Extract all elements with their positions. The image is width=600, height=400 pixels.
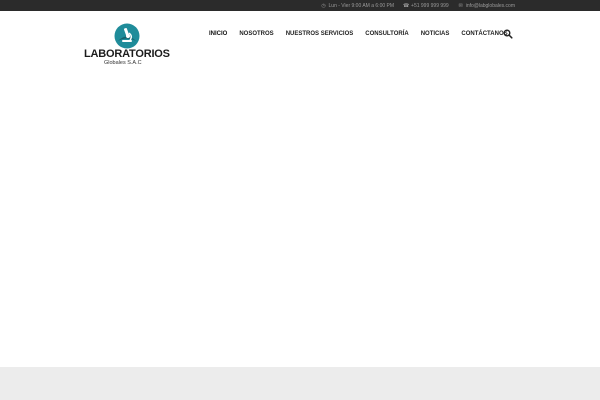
search-button[interactable] xyxy=(503,26,513,39)
main-content-area xyxy=(0,69,600,367)
top-info-bar: ◷ Lun - Vier 9:00 AM a 6:00 PM ☎ +51 999… xyxy=(0,0,600,11)
search-icon xyxy=(503,29,513,39)
business-hours: ◷ Lun - Vier 9:00 AM a 6:00 PM xyxy=(321,2,395,9)
phone-icon: ☎ xyxy=(403,2,410,9)
nav-item-inicio[interactable]: INICIO xyxy=(209,31,227,37)
nav-item-nuestros-servicios[interactable]: NUESTROS SERVICIOS xyxy=(286,31,354,37)
phone-text[interactable]: +51 999 999 999 xyxy=(411,3,449,9)
business-hours-text: Lun - Vier 9:00 AM a 6:00 PM xyxy=(328,2,395,9)
site-logo[interactable]: LABORATORIOS Globales S.A.C xyxy=(84,23,174,66)
site-header: LABORATORIOS Globales S.A.C INICIO NOSOT… xyxy=(0,11,600,69)
nav-item-contactanos[interactable]: CONTÁCTANOS xyxy=(461,31,507,37)
nav-item-noticias[interactable]: NOTICIAS xyxy=(421,31,450,37)
email-contact[interactable]: ✉ info@labglobales.com xyxy=(458,3,515,9)
footer-band xyxy=(0,367,600,400)
main-navigation: INICIO NOSOTROS NUESTROS SERVICIOS CONSU… xyxy=(209,28,520,40)
clock-icon: ◷ xyxy=(321,2,326,9)
logo-title: LABORATORIOS xyxy=(84,48,170,60)
microscope-logo-icon xyxy=(114,23,140,49)
logo-subtitle: Globales S.A.C xyxy=(104,60,142,66)
nav-item-nosotros[interactable]: NOSOTROS xyxy=(239,31,273,37)
phone-contact[interactable]: ☎ +51 999 999 999 xyxy=(403,3,449,9)
envelope-icon: ✉ xyxy=(458,2,463,9)
email-text[interactable]: info@labglobales.com xyxy=(466,3,515,9)
nav-item-consultoria[interactable]: CONSULTORÍA xyxy=(365,31,408,37)
